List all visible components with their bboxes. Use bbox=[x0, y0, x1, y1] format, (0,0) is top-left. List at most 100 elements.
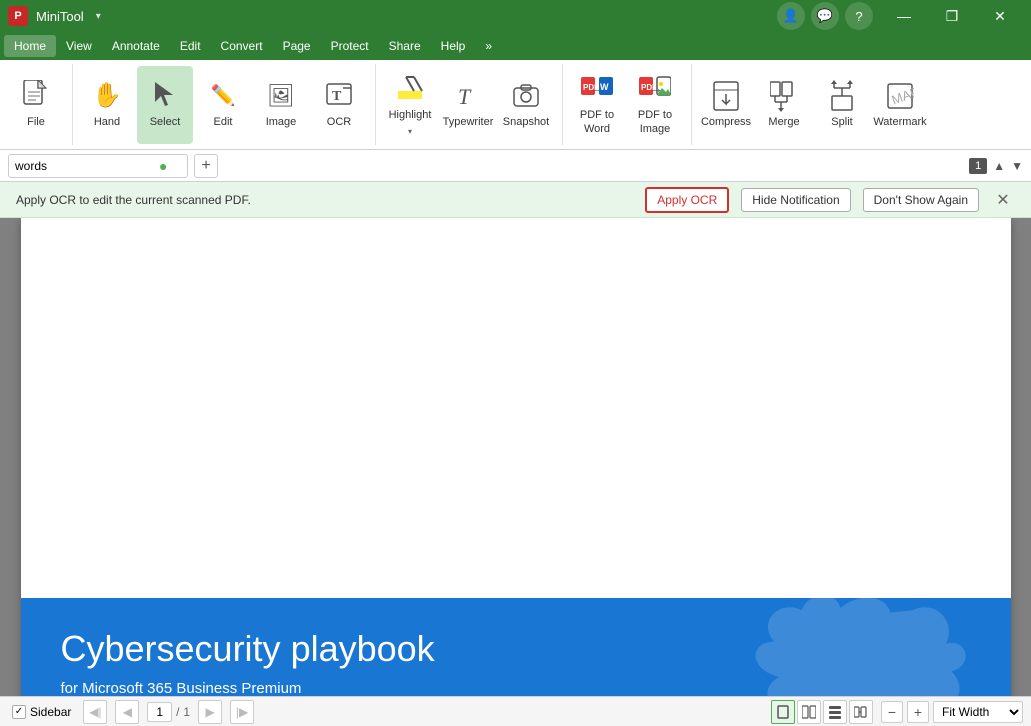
tool-hand-label: Hand bbox=[94, 116, 120, 129]
dont-show-again-btn[interactable]: Don't Show Again bbox=[863, 188, 979, 212]
search-status-dot: ● bbox=[159, 158, 167, 174]
toolbar: File ✋ Hand Select ✏️ Edit 🖼 Image T OCR bbox=[0, 60, 1031, 150]
tool-merge-label: Merge bbox=[768, 116, 799, 129]
tool-image-label: Image bbox=[266, 116, 297, 129]
ocr-icon: T bbox=[323, 80, 355, 112]
menu-page[interactable]: Page bbox=[273, 35, 321, 57]
tool-file[interactable]: File bbox=[8, 66, 64, 144]
menu-home[interactable]: Home bbox=[4, 35, 56, 57]
main-content: Cybersecurity playbook for Microsoft 365… bbox=[0, 218, 1031, 696]
menu-convert[interactable]: Convert bbox=[211, 35, 273, 57]
pdf-page-bottom: Cybersecurity playbook for Microsoft 365… bbox=[21, 598, 1011, 696]
tool-edit-label: Edit bbox=[214, 116, 233, 129]
page-separator: / bbox=[176, 705, 179, 719]
help-btn[interactable]: ? bbox=[845, 2, 873, 30]
minimize-btn[interactable]: — bbox=[881, 0, 927, 32]
edit-icon: ✏️ bbox=[207, 80, 239, 112]
tool-ocr-label: OCR bbox=[327, 116, 351, 129]
search-input[interactable] bbox=[15, 159, 155, 173]
tool-edit[interactable]: ✏️ Edit bbox=[195, 66, 251, 144]
tool-merge[interactable]: Merge bbox=[756, 66, 812, 144]
page-first-btn[interactable]: ◀| bbox=[83, 700, 107, 724]
image-icon: 🖼 bbox=[265, 80, 297, 112]
pdf-page: Cybersecurity playbook for Microsoft 365… bbox=[21, 218, 1011, 696]
page-next-btn[interactable]: ▶ bbox=[198, 700, 222, 724]
sidebar-toggle[interactable]: ✓ Sidebar bbox=[8, 703, 75, 721]
zoom-select[interactable]: Fit Width Fit Page 50% 75% 100% 125% 150… bbox=[933, 701, 1023, 723]
tool-split-label: Split bbox=[831, 116, 852, 129]
highlight-icon bbox=[394, 73, 426, 105]
pdf-to-image-icon: PDF→ bbox=[639, 73, 671, 105]
page-badge: 1 bbox=[969, 158, 987, 174]
menu-bar: Home View Annotate Edit Convert Page Pro… bbox=[0, 32, 1031, 60]
hide-notification-btn[interactable]: Hide Notification bbox=[741, 188, 850, 212]
scroll-down-btn[interactable]: ▼ bbox=[1011, 159, 1023, 173]
tool-pdf-to-image[interactable]: PDF→ PDF to Image bbox=[627, 66, 683, 144]
compress-icon bbox=[710, 80, 742, 112]
zoom-out-btn[interactable]: − bbox=[881, 701, 903, 723]
zoom-in-btn[interactable]: + bbox=[907, 701, 929, 723]
tool-pdf-to-image-label: PDF to Image bbox=[629, 109, 681, 135]
search-add-btn[interactable]: + bbox=[194, 154, 218, 178]
scroll-up-btn[interactable]: ▲ bbox=[993, 159, 1005, 173]
tool-pdf-to-word-label: PDF to Word bbox=[571, 109, 623, 135]
tool-watermark-label: Watermark bbox=[873, 116, 926, 129]
pdf-viewer[interactable]: Cybersecurity playbook for Microsoft 365… bbox=[0, 218, 1031, 696]
sidebar-label: Sidebar bbox=[30, 705, 71, 719]
app-name: MiniTool bbox=[36, 9, 84, 24]
chat-btn[interactable]: 💬 bbox=[811, 2, 839, 30]
tool-file-label: File bbox=[27, 116, 45, 129]
view-spread-btn[interactable] bbox=[849, 700, 873, 724]
view-mode-buttons bbox=[771, 700, 873, 724]
app-logo: P bbox=[8, 6, 28, 26]
pdf-to-word-icon: PDF→W bbox=[581, 73, 613, 105]
svg-text:T: T bbox=[458, 84, 472, 109]
file-icon bbox=[20, 80, 52, 112]
ocr-close-btn[interactable]: ✕ bbox=[991, 188, 1015, 212]
view-scroll-btn[interactable] bbox=[823, 700, 847, 724]
close-btn[interactable]: ✕ bbox=[977, 0, 1023, 32]
menu-view[interactable]: View bbox=[56, 35, 102, 57]
tool-ocr[interactable]: T OCR bbox=[311, 66, 367, 144]
tool-image[interactable]: 🖼 Image bbox=[253, 66, 309, 144]
zoom-controls: − + Fit Width Fit Page 50% 75% 100% 125%… bbox=[881, 701, 1023, 723]
user-avatar-btn[interactable]: 👤 bbox=[777, 2, 805, 30]
svg-text:W: W bbox=[600, 82, 609, 92]
svg-text:T: T bbox=[332, 89, 342, 104]
tool-highlight[interactable]: Highlight ▾ bbox=[382, 66, 438, 144]
ocr-message: Apply OCR to edit the current scanned PD… bbox=[16, 193, 633, 207]
tool-snapshot[interactable]: Snapshot bbox=[498, 66, 554, 144]
maximize-btn[interactable]: ❐ bbox=[929, 0, 975, 32]
merge-icon bbox=[768, 80, 800, 112]
search-bar: ● + 1 ▲ ▼ bbox=[0, 150, 1031, 182]
menu-help[interactable]: Help bbox=[431, 35, 476, 57]
typewriter-icon: T bbox=[452, 80, 484, 112]
tool-select[interactable]: Select bbox=[137, 66, 193, 144]
tool-compress-label: Compress bbox=[701, 116, 751, 129]
tool-snapshot-label: Snapshot bbox=[503, 116, 549, 129]
tool-typewriter[interactable]: T Typewriter bbox=[440, 66, 496, 144]
menu-more[interactable]: » bbox=[475, 35, 502, 57]
app-dropdown-arrow[interactable]: ▾ bbox=[96, 11, 101, 22]
apply-ocr-btn[interactable]: Apply OCR bbox=[645, 187, 729, 213]
view-double-btn[interactable] bbox=[797, 700, 821, 724]
view-single-btn[interactable] bbox=[771, 700, 795, 724]
sidebar-checkbox: ✓ bbox=[12, 705, 26, 719]
split-icon bbox=[826, 80, 858, 112]
menu-share[interactable]: Share bbox=[379, 35, 431, 57]
bottom-bar: ✓ Sidebar ◀| ◀ 1 / 1 ▶ |▶ − + Fit Width … bbox=[0, 696, 1031, 726]
page-prev-btn[interactable]: ◀ bbox=[115, 700, 139, 724]
tool-pdf-to-word[interactable]: PDF→W PDF to Word bbox=[569, 66, 625, 144]
tool-hand[interactable]: ✋ Hand bbox=[79, 66, 135, 144]
page-current[interactable]: 1 bbox=[147, 702, 172, 722]
menu-protect[interactable]: Protect bbox=[321, 35, 379, 57]
menu-annotate[interactable]: Annotate bbox=[102, 35, 170, 57]
tool-split[interactable]: Split bbox=[814, 66, 870, 144]
snapshot-icon bbox=[510, 80, 542, 112]
page-last-btn[interactable]: |▶ bbox=[230, 700, 254, 724]
tool-compress[interactable]: Compress bbox=[698, 66, 754, 144]
search-input-wrap: ● bbox=[8, 154, 188, 178]
menu-edit[interactable]: Edit bbox=[170, 35, 211, 57]
tool-watermark[interactable]: MARK Watermark bbox=[872, 66, 928, 144]
pdf-page-top bbox=[21, 218, 1011, 598]
